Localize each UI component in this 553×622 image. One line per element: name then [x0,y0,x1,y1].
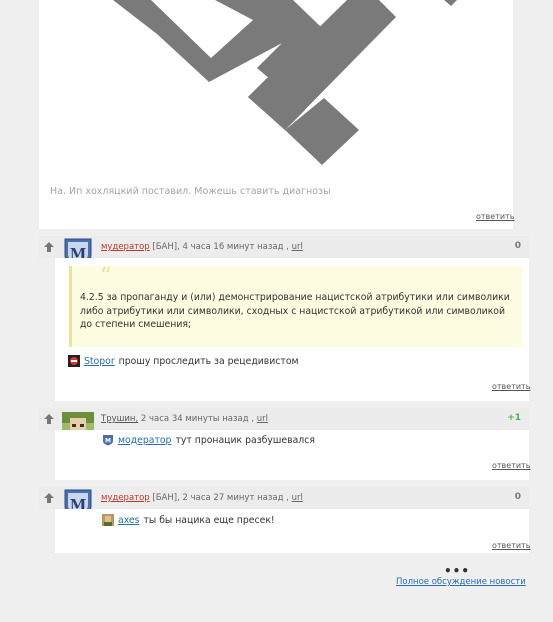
comment-body: axes ты бы нацика еще пресек! ответить [55,509,530,553]
mention-link[interactable]: модератор [118,435,171,446]
comment-time: 4 часа 16 минут назад , [182,242,289,252]
username-link[interactable]: мудератор [101,493,150,503]
comment: Трушин, 2 часа 34 минуты назад , url +1 … [39,408,530,480]
comment-text: прошу проследить за рецедивистом [118,355,299,367]
url-link[interactable]: url [292,493,303,503]
full-discussion-link[interactable]: Полное обсуждение новости [396,577,526,587]
more-dots-icon[interactable]: ••• [444,564,470,578]
comment-score: +1 [507,413,521,423]
ban-badge: [БАН], [152,493,180,503]
quote-block: “ 4.2.5 за пропаганду и (или) демонстрир… [69,264,522,347]
comment-score: 0 [514,241,521,251]
comment-body: M модератор тут пронацик разбушевался от… [55,430,530,480]
reply-link[interactable]: ответить [492,461,530,470]
post-text: На. Ип хохляцкий поставил. Можешь ставит… [50,186,331,197]
comment-text-line: Stopor прошу проследить за рецедивистом [68,355,299,367]
url-link[interactable]: url [257,414,268,424]
comment-meta: мудератор [БАН], 4 часа 16 минут назад ,… [101,242,303,252]
upvote-icon[interactable] [42,240,56,254]
comment-time: 2 часа 27 минут назад , [182,493,289,503]
mention-link[interactable]: axes [118,515,139,526]
post-image [113,0,457,165]
post-card: На. Ип хохляцкий поставил. Можешь ставит… [39,0,514,229]
upvote-icon[interactable] [42,491,56,505]
comment-text-line: axes ты бы нацика еще пресек! [102,514,275,526]
upvote-icon[interactable] [42,412,56,426]
comment: M мудератор [БАН], 4 часа 16 минут назад… [39,236,530,401]
ban-badge: [БАН], [152,242,180,252]
reply-link[interactable]: ответить [492,382,530,391]
comment-text: ты бы нацика еще пресек! [143,514,275,526]
quote-icon: “ [100,264,112,289]
username-link[interactable]: Трушин, [101,414,138,424]
reply-link[interactable]: ответить [492,541,530,550]
svg-text:M: M [105,438,111,445]
mention-link[interactable]: Stopor [84,356,115,367]
mention-avatar [102,514,114,526]
mention-avatar: M [103,435,113,446]
comment-time: 2 часа 34 минуты назад , [140,414,254,424]
comment-score: 0 [514,492,521,502]
username-link[interactable]: мудератор [101,242,150,252]
comment-meta: Трушин, 2 часа 34 минуты назад , url [101,414,268,424]
comment-body: “ 4.2.5 за пропаганду и (или) демонстрир… [55,258,530,401]
comment: M мудератор [БАН], 2 часа 27 минут назад… [39,487,530,553]
mention-avatar [68,355,80,367]
comment-meta: мудератор [БАН], 2 часа 27 минут назад ,… [101,493,303,503]
quote-text: 4.2.5 за пропаганду и (или) демонстриров… [80,292,510,330]
url-link[interactable]: url [292,242,303,252]
reply-link[interactable]: ответить [476,212,514,221]
comment-text: тут пронацик разбушевался [175,434,315,446]
comment-text-line: M модератор тут пронацик разбушевался [102,434,315,446]
